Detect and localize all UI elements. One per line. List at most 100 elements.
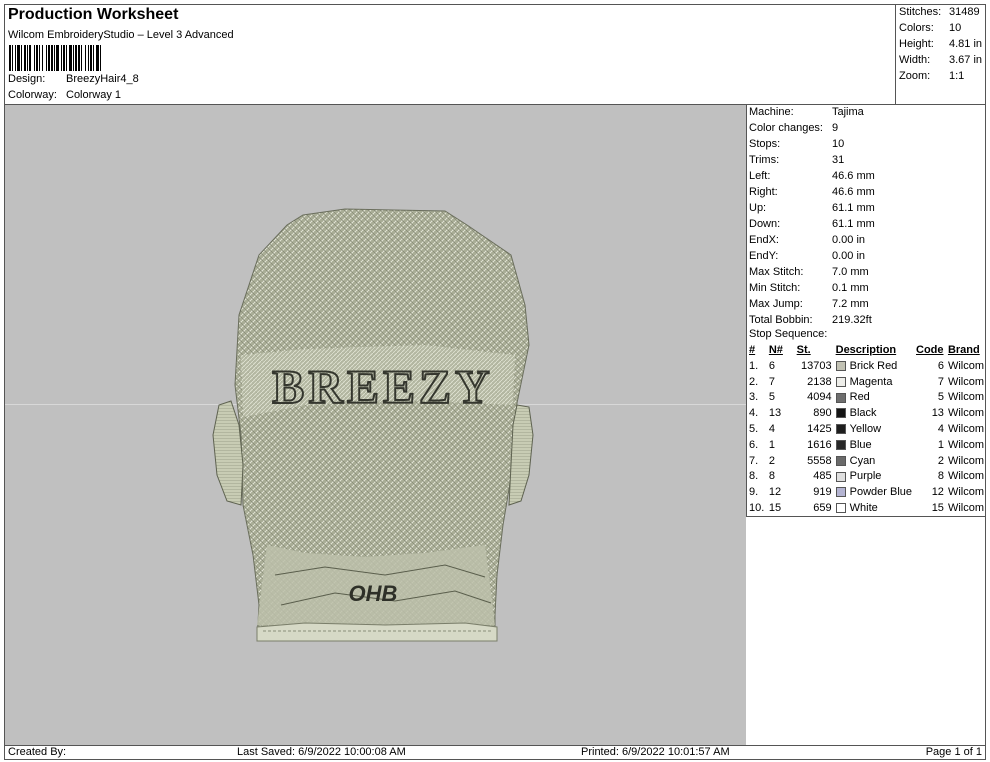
stop-index: 8. (749, 470, 759, 483)
stop-index: 7. (749, 454, 759, 467)
stop-stitches: 919 (813, 486, 832, 499)
up-label: Up: (749, 202, 767, 214)
stop-description-cell: Black (834, 405, 914, 421)
trims-value: 31 (832, 154, 845, 166)
stop-description: Blue (849, 438, 872, 451)
col-description-header: Description (835, 344, 897, 356)
stop-stitches: 4094 (807, 391, 832, 404)
col-brand-header: Brand (947, 344, 980, 356)
color-swatch (835, 455, 846, 466)
stop-stitches: 13703 (801, 359, 832, 372)
stop-description: White (849, 502, 878, 515)
stop-stitches: 1616 (807, 438, 832, 451)
stop-index: 5. (749, 423, 759, 436)
up-value: 61.1 mm (832, 202, 875, 214)
table-row: 9. 12 919 Powder Blue 12 Wilcom (747, 484, 986, 500)
stop-index: 4. (749, 407, 759, 420)
left-row: Left: 46.6 mm (749, 170, 875, 182)
stop-stitches: 485 (813, 470, 832, 483)
right-label: Right: (749, 186, 778, 198)
endy-row: EndY: 0.00 in (749, 250, 865, 262)
stop-code: 8 (937, 470, 944, 483)
stop-brand: Wilcom (947, 454, 984, 467)
stop-description-cell: Powder Blue (834, 484, 914, 500)
machine-info-panel: Machine: Tajima Color changes: 9 Stops: 10 … (746, 105, 985, 517)
stop-code: 15 (931, 502, 944, 515)
color-changes-value: 9 (832, 122, 839, 134)
stops-row: Stops: 10 (749, 138, 844, 150)
color-swatch (835, 471, 846, 482)
last-saved: Last Saved: 6/9/2022 10:00:08 AM (237, 746, 406, 758)
stop-needle: 6 (768, 359, 775, 372)
stop-description: Red (849, 391, 870, 404)
neck-text: OHB (349, 581, 398, 606)
color-swatch (835, 408, 846, 419)
machine-label: Machine: (749, 106, 794, 118)
stop-sequence-table: # N# St. Description Code Brand 1. 6 13703… (747, 342, 986, 516)
width-value: 3.67 in (949, 54, 983, 66)
col-stitches-header: St. (796, 344, 811, 356)
trims-label: Trims: (749, 154, 780, 166)
stop-stitches: 5558 (807, 454, 832, 467)
min-stitch-row: Min Stitch: 0.1 mm (749, 282, 869, 294)
stop-description-cell: Blue (834, 437, 914, 453)
stop-brand: Wilcom (947, 407, 984, 420)
colorway-value: Colorway 1 (66, 89, 122, 101)
max-stitch-value: 7.0 mm (832, 266, 869, 278)
col-needle-header: N# (768, 344, 783, 356)
endy-value: 0.00 in (832, 250, 866, 262)
colors-row: Colors: 10 (899, 22, 961, 34)
stop-code: 12 (931, 486, 944, 499)
stop-index: 10. (749, 502, 765, 515)
stop-description: Brick Red (849, 359, 898, 372)
stop-sequence-label: Stop Sequence: (749, 328, 828, 340)
total-bobbin-value: 219.32ft (832, 314, 872, 326)
stop-description-cell: Red (834, 390, 914, 406)
width-row: Width: 3.67 in (899, 54, 982, 66)
height-label: Height: (899, 38, 934, 50)
collar (256, 622, 498, 642)
stop-description-cell: Cyan (834, 453, 914, 469)
stop-brand: Wilcom (947, 470, 984, 483)
color-swatch (835, 487, 846, 498)
stop-index: 2. (749, 375, 759, 388)
design-row: Design: BreezyHair4_8 (8, 73, 139, 85)
stop-stitches: 890 (813, 407, 832, 420)
stop-code: 7 (937, 375, 944, 388)
table-row: 4. 13 890 Black 13 Wilcom (747, 405, 986, 421)
color-changes-label: Color changes: (749, 122, 823, 134)
endx-label: EndX: (749, 234, 779, 246)
stop-description: Purple (849, 470, 882, 483)
color-swatch (835, 360, 846, 371)
stop-needle: 2 (768, 454, 775, 467)
worksheet-header: Production Worksheet Wilcom EmbroiderySt… (5, 5, 985, 105)
stop-index: 1. (749, 359, 759, 372)
total-bobbin-label: Total Bobbin: (749, 314, 813, 326)
color-swatch (835, 439, 846, 450)
max-jump-label: Max Jump: (749, 298, 803, 310)
left-label: Left: (749, 170, 771, 182)
stop-stitches: 659 (813, 502, 832, 515)
right-value: 46.6 mm (832, 186, 875, 198)
stop-needle: 5 (768, 391, 775, 404)
table-row: 6. 1 1616 Blue 1 Wilcom (747, 437, 986, 453)
stop-needle: 1 (768, 438, 775, 451)
design-preview: BREEZY OHB (5, 105, 746, 745)
stop-brand: Wilcom (947, 502, 984, 515)
machine-value: Tajima (832, 106, 864, 118)
stop-stitches: 1425 (807, 423, 832, 436)
hair-lettering: BREEZY (271, 360, 490, 415)
worksheet-footer: Created By: Last Saved: 6/9/2022 10:00:0… (5, 745, 985, 759)
page-number: Page 1 of 1 (925, 746, 982, 758)
table-row: 7. 2 5558 Cyan 2 Wilcom (747, 453, 986, 469)
stop-needle: 7 (768, 375, 775, 388)
max-stitch-row: Max Stitch: 7.0 mm (749, 266, 869, 278)
col-code-header: Code (916, 344, 944, 356)
page-title: Production Worksheet (8, 6, 179, 23)
software-subtitle: Wilcom EmbroideryStudio – Level 3 Advanc… (8, 29, 234, 41)
down-label: Down: (749, 218, 781, 230)
stop-description: Powder Blue (849, 486, 912, 499)
stops-value: 10 (832, 138, 845, 150)
stop-needle: 4 (768, 423, 775, 436)
stop-code: 5 (937, 391, 944, 404)
